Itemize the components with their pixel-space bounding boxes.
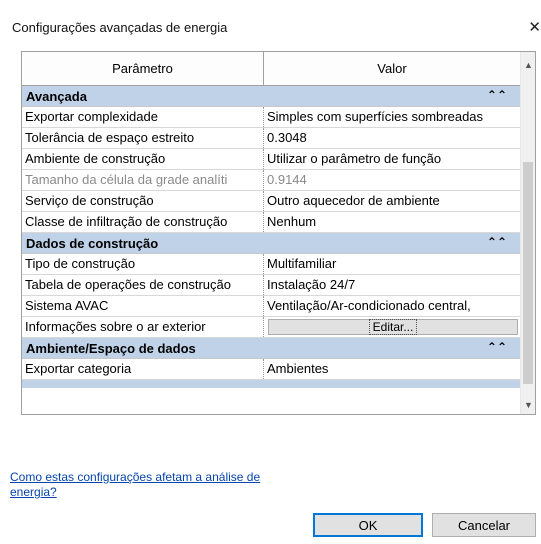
ok-button[interactable]: OK bbox=[313, 513, 423, 537]
param-name: Exportar complexidade bbox=[22, 107, 264, 127]
table-row: Tamanho da célula da grade analíti 0.914… bbox=[22, 170, 521, 191]
vertical-scrollbar[interactable]: ▲ ▼ bbox=[520, 52, 535, 414]
table-row[interactable]: Tolerância de espaço estreito 0.3048 bbox=[22, 128, 521, 149]
param-name: Tolerância de espaço estreito bbox=[22, 128, 264, 148]
param-name: Informações sobre o ar exterior bbox=[22, 317, 264, 337]
table-row[interactable]: Tipo de construção Multifamiliar bbox=[22, 254, 521, 275]
dialog-title: Configurações avançadas de energia bbox=[12, 20, 228, 35]
collapse-chevron-icon[interactable]: ⌃⌃ bbox=[487, 235, 507, 249]
param-value[interactable]: Simples com superfícies sombreadas bbox=[264, 107, 521, 127]
group-label: Avançada bbox=[26, 88, 87, 104]
column-header-parameter[interactable]: Parâmetro bbox=[22, 52, 264, 85]
table-row[interactable]: Sistema AVAC Ventilação/Ar-condicionado … bbox=[22, 296, 521, 317]
grid-table: Parâmetro Valor Avançada ⌃⌃ Exportar com… bbox=[22, 52, 521, 414]
param-value[interactable]: Instalação 24/7 bbox=[264, 275, 521, 295]
scroll-up-icon[interactable]: ▲ bbox=[524, 60, 533, 70]
param-value[interactable]: Ambientes bbox=[264, 359, 521, 379]
column-header-value[interactable]: Valor bbox=[264, 52, 521, 85]
properties-grid: Parâmetro Valor Avançada ⌃⌃ Exportar com… bbox=[21, 51, 536, 415]
group-label: Ambiente/Espaço de dados bbox=[26, 340, 196, 356]
table-row[interactable]: Tabela de operações de construção Instal… bbox=[22, 275, 521, 296]
help-link[interactable]: Como estas configurações afetam a anális… bbox=[10, 470, 310, 500]
param-name: Sistema AVAC bbox=[22, 296, 264, 316]
param-name: Tipo de construção bbox=[22, 254, 264, 274]
param-value[interactable]: 0.3048 bbox=[264, 128, 521, 148]
scroll-down-icon[interactable]: ▼ bbox=[524, 400, 533, 410]
edit-button[interactable]: Editar... bbox=[268, 319, 518, 335]
grid-header-row: Parâmetro Valor bbox=[22, 52, 521, 86]
param-name: Tamanho da célula da grade analíti bbox=[22, 170, 264, 190]
param-value[interactable]: Utilizar o parâmetro de função bbox=[264, 149, 521, 169]
group-label: Dados de construção bbox=[26, 235, 159, 251]
param-value: 0.9144 bbox=[267, 172, 307, 187]
param-value[interactable]: Multifamiliar bbox=[264, 254, 521, 274]
param-value[interactable]: Nenhum bbox=[264, 212, 521, 232]
param-name: Tabela de operações de construção bbox=[22, 275, 264, 295]
table-row[interactable]: Exportar complexidade Simples com superf… bbox=[22, 107, 521, 128]
collapse-chevron-icon[interactable]: ⌃⌃ bbox=[487, 340, 507, 354]
scroll-thumb[interactable] bbox=[523, 162, 533, 384]
table-row[interactable]: Classe de infiltração de construção Nenh… bbox=[22, 212, 521, 233]
table-row[interactable]: Exportar categoria Ambientes bbox=[22, 359, 521, 380]
edit-button-label: Editar... bbox=[368, 319, 418, 335]
table-row[interactable]: Informações sobre o ar exterior Editar..… bbox=[22, 317, 521, 338]
table-row[interactable]: Serviço de construção Outro aquecedor de… bbox=[22, 191, 521, 212]
param-value[interactable]: Outro aquecedor de ambiente bbox=[264, 191, 521, 211]
group-header-ambiente-espaco[interactable]: Ambiente/Espaço de dados ⌃⌃ bbox=[22, 338, 521, 359]
table-row[interactable]: Ambiente de construção Utilizar o parâme… bbox=[22, 149, 521, 170]
group-header-partial bbox=[22, 380, 521, 388]
close-icon[interactable]: ✕ bbox=[527, 18, 541, 36]
collapse-chevron-icon[interactable]: ⌃⌃ bbox=[487, 88, 507, 102]
param-name: Exportar categoria bbox=[22, 359, 264, 379]
param-value[interactable]: Ventilação/Ar-condicionado central, bbox=[264, 296, 521, 316]
param-name: Serviço de construção bbox=[22, 191, 264, 211]
cancel-button[interactable]: Cancelar bbox=[432, 513, 536, 537]
group-header-dados-construcao[interactable]: Dados de construção ⌃⌃ bbox=[22, 233, 521, 254]
group-header-avancada[interactable]: Avançada ⌃⌃ bbox=[22, 86, 521, 107]
param-name: Ambiente de construção bbox=[22, 149, 264, 169]
param-name: Classe de infiltração de construção bbox=[22, 212, 264, 232]
param-value-cell: Editar... bbox=[264, 317, 521, 337]
